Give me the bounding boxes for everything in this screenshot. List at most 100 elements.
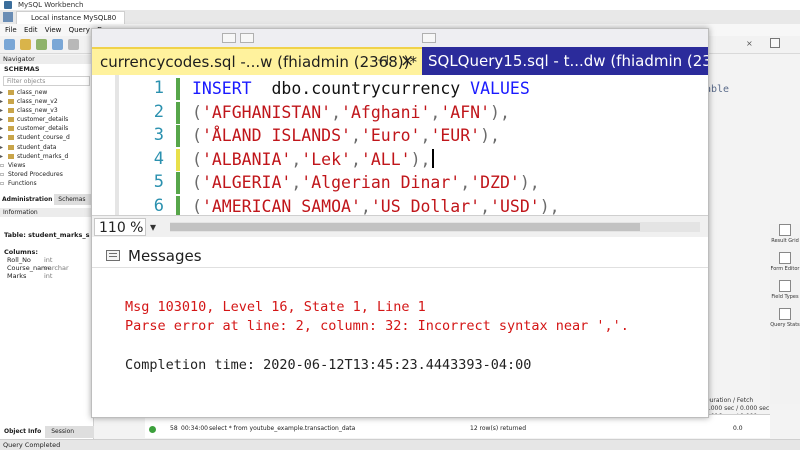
- editor-toolbar: [92, 29, 708, 47]
- grid-icon: [779, 224, 791, 236]
- result-side-toolbar: Result Grid Form Editor Field Types Quer…: [770, 224, 800, 404]
- result-grid-button[interactable]: Result Grid: [770, 224, 800, 244]
- horizontal-scrollbar[interactable]: [170, 222, 700, 232]
- messages-pane[interactable]: Msg 103010, Level 16, State 1, Line 1 Pa…: [92, 267, 708, 417]
- schema-item[interactable]: ▸ student_course_d: [0, 133, 93, 142]
- folder-icon: ▫: [0, 179, 5, 187]
- table-icon: [8, 99, 14, 105]
- create-schema-icon[interactable]: [68, 39, 79, 50]
- tab-schemas[interactable]: Schemas: [56, 194, 87, 205]
- expand-arrow-icon[interactable]: ▸: [0, 106, 8, 115]
- error-message: Parse error at line: 2, column: 32: Inco…: [125, 318, 629, 334]
- code-line[interactable]: ('ÅLAND ISLANDS','Euro','EUR'),: [192, 124, 500, 148]
- schema-item[interactable]: ▸ customer_details: [0, 115, 93, 124]
- navigator-header: Navigator: [0, 55, 93, 64]
- views-node[interactable]: ▫ Views: [0, 161, 93, 170]
- menu-file[interactable]: File: [5, 24, 17, 36]
- connection-tab[interactable]: Local instance MySQL80: [16, 11, 126, 24]
- text-cursor: [432, 148, 434, 168]
- inspector-icon[interactable]: [52, 39, 63, 50]
- filter-objects-input[interactable]: Filter objects: [3, 76, 90, 86]
- line-number: 1: [153, 78, 164, 98]
- schema-item[interactable]: ▸ class_new_v3: [0, 106, 93, 115]
- zoom-dropdown[interactable]: 110 %: [94, 218, 146, 236]
- connection-tab-bar: Local instance MySQL80: [0, 10, 800, 24]
- home-icon[interactable]: [3, 12, 13, 22]
- menu-query[interactable]: Query: [69, 24, 90, 36]
- tab-session[interactable]: Session: [47, 426, 78, 438]
- menu-edit[interactable]: Edit: [24, 24, 38, 36]
- change-indicator: [176, 125, 180, 147]
- tab-messages[interactable]: Messages: [102, 245, 202, 267]
- expand-arrow-icon[interactable]: ▸: [0, 88, 8, 97]
- table-icon: [8, 117, 14, 123]
- field-types-button[interactable]: Field Types: [770, 280, 800, 300]
- messages-icon: [106, 250, 120, 261]
- code-editor[interactable]: 1 INSERT dbo.countrycurrency VALUES 2 ('…: [92, 75, 708, 215]
- expand-arrow-icon[interactable]: ▸: [0, 97, 8, 106]
- code-line[interactable]: ('AFGHANISTAN','Afghani','AFN'),: [192, 101, 510, 125]
- functions-node[interactable]: ▫ Functions: [0, 179, 93, 188]
- output-row[interactable]: 58 00:34:00 select * from youtube_exampl…: [145, 423, 770, 435]
- status-bar: Query Completed: [0, 439, 800, 450]
- pin-icon[interactable]: ⊣: [377, 53, 389, 69]
- chevron-down-icon[interactable]: ▾: [150, 220, 162, 234]
- table-icon: [8, 126, 14, 132]
- tab-sqlquery15-sql[interactable]: SQLQuery15.sql - t...dw (fhiadmin (237))…: [428, 50, 708, 72]
- folder-icon: ▫: [0, 161, 5, 169]
- close-tab-icon[interactable]: ×: [400, 51, 414, 71]
- open-sql-file-icon[interactable]: [20, 39, 31, 50]
- schema-item[interactable]: ▸ student_marks_d: [0, 152, 93, 161]
- information-header: Information: [0, 208, 94, 217]
- change-indicator: [176, 148, 180, 171]
- schema-item[interactable]: ▸ customer_details: [0, 124, 93, 133]
- stored-procedures-node[interactable]: ▫ Stored Procedures: [0, 170, 93, 179]
- expand-arrow-icon[interactable]: ▸: [0, 124, 8, 133]
- schema-item[interactable]: ▸ student_data: [0, 143, 93, 152]
- schema-item[interactable]: ▸ class_new: [0, 88, 93, 97]
- error-message: Msg 103010, Level 16, State 1, Line 1: [125, 299, 426, 315]
- scrollbar-thumb[interactable]: [170, 223, 640, 231]
- line-number: 6: [153, 195, 164, 216]
- toolbar-button-icon[interactable]: [240, 33, 254, 43]
- column-row: Marks int: [7, 272, 53, 280]
- toggle-panel-icon[interactable]: [770, 38, 780, 48]
- folder-icon: ▫: [0, 170, 5, 178]
- tab-object-info[interactable]: Object Info: [0, 426, 46, 438]
- sql-editor-window: currencycodes.sql -...w (fhiadmin (2368)…: [91, 28, 709, 418]
- form-editor-button[interactable]: Form Editor: [770, 252, 800, 272]
- table-icon: [8, 153, 14, 159]
- schema-item[interactable]: ▸ class_new_v2: [0, 97, 93, 106]
- expand-arrow-icon[interactable]: ▸: [0, 115, 8, 124]
- code-line[interactable]: INSERT dbo.countrycurrency VALUES: [192, 77, 530, 101]
- code-line[interactable]: ('ALGERIA','Algerian Dinar','DZD'),: [192, 171, 540, 195]
- code-line[interactable]: ('ALBANIA','Lek','ALL'),: [192, 148, 434, 172]
- expand-arrow-icon[interactable]: ▸: [0, 133, 8, 142]
- table-icon: [8, 108, 14, 114]
- query-stats-button[interactable]: Query Stats: [770, 308, 800, 328]
- completion-time: Completion time: 2020-06-12T13:45:23.444…: [125, 357, 532, 373]
- schemas-header: SCHEMAS: [4, 65, 40, 73]
- columns-label: Columns:: [4, 248, 38, 256]
- toolbar-button-icon[interactable]: [222, 33, 236, 43]
- tab-label: currencycodes.sql -...w (fhiadmin (2368)…: [100, 53, 417, 71]
- tab-label: SQLQuery15.sql - t...dw (fhiadmin (237))…: [428, 52, 708, 70]
- new-sql-tab-icon[interactable]: [4, 39, 15, 50]
- close-icon[interactable]: ×: [746, 40, 753, 48]
- output-row-number: 58: [170, 425, 178, 432]
- expand-arrow-icon[interactable]: ▸: [0, 143, 8, 152]
- results-tab-bar: Messages: [92, 237, 708, 267]
- toolbar-button-icon[interactable]: [422, 33, 436, 43]
- information-panel: Table: student_marks_s Columns: Roll_No i…: [4, 231, 92, 280]
- output-row-time: 00:34:00: [181, 425, 208, 432]
- line-number: 2: [153, 101, 164, 122]
- table-icon: [8, 135, 14, 141]
- menu-view[interactable]: View: [45, 24, 62, 36]
- tab-administration[interactable]: Administration: [0, 194, 55, 205]
- tab-currencycodes-sql[interactable]: currencycodes.sql -...w (fhiadmin (2368)…: [92, 47, 422, 75]
- change-indicator: [176, 101, 180, 124]
- messages-tab-label: Messages: [128, 247, 202, 265]
- code-line[interactable]: ('AMERICAN SAMOA','US Dollar','USD'),: [192, 195, 560, 216]
- save-icon[interactable]: [36, 39, 47, 50]
- expand-arrow-icon[interactable]: ▸: [0, 152, 8, 161]
